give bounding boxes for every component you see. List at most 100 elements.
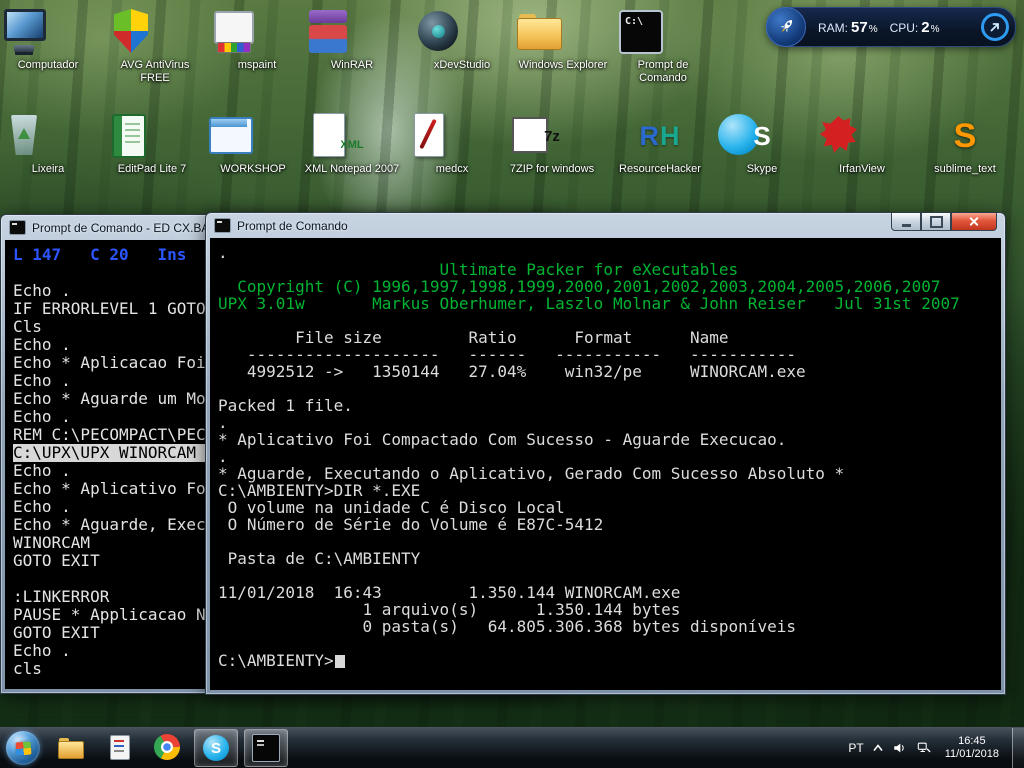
desktop-icon-editpad-lite-7[interactable]: EditPad Lite 7 xyxy=(104,112,200,176)
taskbar-app-command-prompt[interactable] xyxy=(244,729,288,767)
console-line: C:\AMBIENTY> xyxy=(218,652,1001,669)
cpu-label: CPU: xyxy=(890,21,919,35)
ram-value: 57 xyxy=(851,19,868,36)
console-line: * Aguarde, Executando o Aplicativo, Gera… xyxy=(218,465,1001,482)
console-line: Ultimate Packer for eXecutables xyxy=(218,261,1001,278)
fg-console[interactable]: . Ultimate Packer for eXecutables Copyri… xyxy=(210,238,1001,690)
foreground-window-title: Prompt de Comando xyxy=(237,219,348,233)
hidden-icons-arrow-icon[interactable] xyxy=(873,744,883,752)
cpu-unit: % xyxy=(931,24,940,35)
cmd-icon-text: C:\ xyxy=(625,16,643,27)
command-prompt-icon xyxy=(252,734,280,762)
desktop-icon-mspaint[interactable]: mspaint xyxy=(209,8,305,72)
avg-shield-icon xyxy=(107,8,203,56)
console-line: O Número de Série do Volume é E87C-5412 xyxy=(218,516,1001,533)
desktop: Computador AVG AntiVirus FREEmspaintWinRA… xyxy=(0,0,1024,768)
desktop-icon-label: XML Notepad 2007 xyxy=(304,163,400,176)
caption-buttons xyxy=(891,213,997,231)
desktop-icon-label: xDevStudio xyxy=(414,59,510,72)
minimize-button[interactable] xyxy=(891,213,921,231)
7zip-icon-text: 7z xyxy=(544,128,560,145)
console-line xyxy=(218,567,1001,584)
console-line: Packed 1 file. xyxy=(218,397,1001,414)
chrome-icon xyxy=(154,734,180,760)
taskbar-app-skype[interactable]: S xyxy=(194,729,238,767)
console-line: UPX 3.01w Markus Oberhumer, Laszlo Molna… xyxy=(218,295,1001,312)
close-button[interactable] xyxy=(951,213,997,231)
cmd-icon: C:\ xyxy=(615,8,711,56)
desktop-icon-windows-explorer[interactable]: Windows Explorer xyxy=(515,8,611,72)
skype-icon: S xyxy=(714,112,810,160)
desktop-icon-workshop[interactable]: WORKSHOP xyxy=(205,112,301,176)
desktop-icon-label: AVG AntiVirus FREE xyxy=(107,59,203,85)
desktop-icon-7zip-for-windows[interactable]: 7z7ZIP for windows xyxy=(504,112,600,176)
resource-hacker-icon: RH xyxy=(612,112,708,160)
system-tray: PT 16:45 11/01/2018 xyxy=(848,728,1024,768)
desktop-icon-lixeira[interactable]: Lixeira xyxy=(0,112,96,176)
boost-arrow-button[interactable] xyxy=(981,13,1009,41)
console-line: -------------------- ------ ----------- … xyxy=(218,346,1001,363)
cmd-window-icon xyxy=(214,218,231,233)
desktop-icon-xml-notepad-2007[interactable]: XML XML Notepad 2007 xyxy=(304,112,400,176)
minimize-icon xyxy=(902,224,911,227)
cpu-stat: CPU: 2 % xyxy=(890,19,940,36)
rocket-icon xyxy=(766,7,806,47)
recycle-bin-icon xyxy=(0,112,96,160)
console-line: 4992512 -> 1350144 27.04% win32/pe WINOR… xyxy=(218,363,1001,380)
xdevstudio-icon xyxy=(414,8,510,56)
console-line xyxy=(218,380,1001,397)
desktop-icon-winrar[interactable]: WinRAR xyxy=(304,8,400,72)
computer-icon xyxy=(0,8,96,56)
desktop-icon-computador[interactable]: Computador xyxy=(0,8,96,72)
skype-icon-text: S xyxy=(753,121,770,152)
volume-icon[interactable] xyxy=(892,741,907,755)
console-line: 0 pasta(s) 64.805.306.368 bytes disponív… xyxy=(218,618,1001,635)
xml-notepad-icon: XML xyxy=(304,112,400,160)
xml-notepad-icon-text: XML xyxy=(340,139,363,151)
console-line xyxy=(218,533,1001,550)
taskbar-app-editor[interactable] xyxy=(98,729,140,765)
desktop-icon-label: medcx xyxy=(404,163,500,176)
desktop-icon-irfanview[interactable]: IrfanView xyxy=(814,112,910,176)
maximize-button[interactable] xyxy=(921,213,951,231)
language-indicator[interactable]: PT xyxy=(848,741,863,755)
console-line: O volume na unidade C é Disco Local xyxy=(218,499,1001,516)
console-line: * Aplicativo Foi Compactado Com Sucesso … xyxy=(218,431,1001,448)
desktop-icon-medcx[interactable]: medcx xyxy=(404,112,500,176)
desktop-icon-xdevstudio[interactable]: xDevStudio xyxy=(414,8,510,72)
desktop-icon-resourcehacker[interactable]: RH ResourceHacker xyxy=(612,112,708,176)
desktop-icon-label: Windows Explorer xyxy=(515,59,611,72)
desktop-icon-sublime-text[interactable]: Ssublime_text xyxy=(917,112,1013,176)
windows-logo-icon xyxy=(15,741,31,755)
console-line: . xyxy=(218,414,1001,431)
taskbar-app-chrome[interactable] xyxy=(146,729,188,765)
ram-stat: RAM: 57 % xyxy=(818,19,878,36)
ram-unit: % xyxy=(869,24,878,35)
console-line xyxy=(218,635,1001,652)
system-monitor-gadget: RAM: 57 % CPU: 2 % xyxy=(766,7,1016,47)
clock[interactable]: 16:45 11/01/2018 xyxy=(945,735,999,761)
workshop-icon xyxy=(205,112,301,160)
desktop-icon-prompt-de-comando[interactable]: C:\Prompt de Comando xyxy=(615,8,711,85)
cmd-window-icon xyxy=(9,220,26,235)
skype-icon-text: S xyxy=(211,740,221,757)
console-line: . xyxy=(218,244,1001,261)
foreground-window-titlebar[interactable]: Prompt de Comando xyxy=(206,213,1005,238)
desktop-icon-skype[interactable]: SSkype xyxy=(714,112,810,176)
show-desktop-button[interactable] xyxy=(1012,728,1024,768)
editpad-icon xyxy=(104,112,200,160)
desktop-icon-label: EditPad Lite 7 xyxy=(104,163,200,176)
console-line: . xyxy=(218,448,1001,465)
winrar-icon xyxy=(304,8,400,56)
sublime-text-icon: S xyxy=(917,112,1013,160)
ram-label: RAM: xyxy=(818,21,848,35)
editor-icon xyxy=(106,734,132,760)
start-button[interactable] xyxy=(6,731,40,765)
desktop-icon-label: ResourceHacker xyxy=(612,163,708,176)
desktop-icon-avg-antivirus-free[interactable]: AVG AntiVirus FREE xyxy=(107,8,203,85)
network-icon[interactable] xyxy=(916,741,932,755)
desktop-icon-label: Lixeira xyxy=(0,163,96,176)
console-line: Pasta de C:\AMBIENTY xyxy=(218,550,1001,567)
taskbar-app-windows-explorer[interactable] xyxy=(50,729,92,765)
resource-hacker-icon-text: RH xyxy=(640,121,681,152)
